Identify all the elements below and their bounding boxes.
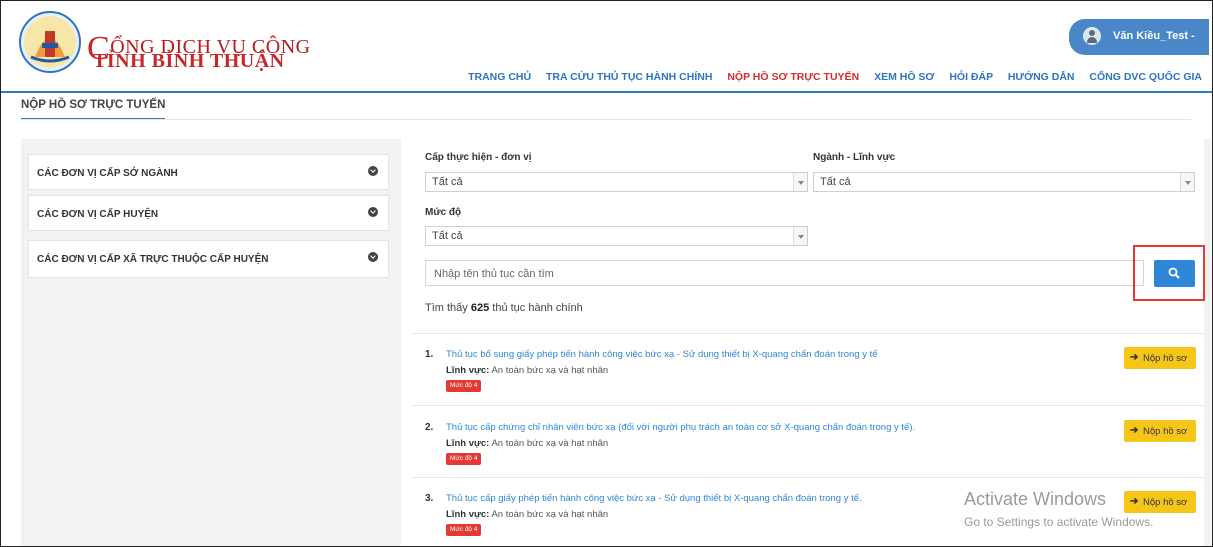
degree-label: Mức độ (425, 207, 462, 218)
field-label: Ngành - Lĩnh vực (813, 152, 896, 163)
item-field-label: Lĩnh vực: (446, 509, 490, 520)
item-field-value: An toàn bức xạ và hạt nhân (491, 438, 609, 449)
nav-item-hoi-dap[interactable]: HỎI ĐÁP (949, 71, 993, 83)
chevron-down-icon (368, 166, 378, 176)
nav-item-xem-ho-so[interactable]: XEM HỒ SƠ (874, 71, 934, 83)
level-badge: Mức độ 4 (446, 380, 482, 392)
user-avatar-icon (1083, 27, 1101, 45)
procedure-panel-body: Cấp thực hiện - đơn vị Tất cả Ngành - Lĩ… (411, 139, 1205, 546)
search-field[interactable] (425, 260, 1144, 286)
divider (411, 477, 1204, 478)
windows-activation-hint: Go to Settings to activate Windows. (964, 515, 1154, 529)
search-icon (1168, 267, 1180, 279)
nav-item-nop-ho-so[interactable]: NỘP HỒ SƠ TRỰC TUYẾN (727, 71, 859, 83)
dropdown-arrow-icon (793, 173, 807, 191)
brand-line-2: TỈNH BÌNH THUẬN (93, 50, 285, 72)
search-button[interactable] (1154, 260, 1195, 287)
level-badge: Mức độ 4 (446, 524, 482, 536)
item-field: Lĩnh vực: An toàn bức xạ và hạt nhân (446, 509, 608, 520)
result-count: Tìm thấy 625 thủ tục hành chính (425, 302, 583, 314)
unit-sidebar: CÁC ĐƠN VỊ CẤP SỞ NGÀNH CÁC ĐƠN VỊ CẤP H… (21, 139, 401, 546)
degree-select[interactable]: Tất cả (425, 226, 808, 246)
sidebar-item-label: CÁC ĐƠN VỊ CẤP HUYỆN (37, 209, 159, 220)
level-unit-label: Cấp thực hiện - đơn vị (425, 152, 532, 163)
item-number: 3. (425, 493, 434, 504)
submit-label: Nộp hồ sơ (1143, 497, 1188, 508)
nav-item-trang-chu[interactable]: TRANG CHỦ (468, 71, 531, 83)
divider (411, 405, 1204, 406)
item-field-value: An toàn bức xạ và hạt nhân (491, 365, 609, 376)
site-header: CỔNG DỊCH VỤ CÔNG TỈNH BÌNH THUẬN Văn Ki… (1, 1, 1212, 93)
title-divider (21, 119, 1191, 120)
field-value: Tất cả (820, 176, 851, 188)
submit-button[interactable]: ➔ Nộp hồ sơ (1124, 347, 1196, 369)
browser-frame: CỔNG DỊCH VỤ CÔNG TỈNH BÌNH THUẬN Văn Ki… (0, 0, 1213, 547)
search-input[interactable] (432, 262, 1136, 286)
level-unit-value: Tất cả (432, 176, 463, 188)
procedure-link[interactable]: Thủ tục cấp giấy phép tiến hành công việ… (446, 493, 862, 504)
arrow-right-icon: ➔ (1130, 496, 1139, 507)
procedure-panel: Cấp thực hiện - đơn vị Tất cả Ngành - Lĩ… (411, 139, 1211, 546)
sidebar-item-cap-huyen[interactable]: CÁC ĐƠN VỊ CẤP HUYỆN (28, 195, 389, 231)
user-menu[interactable]: Văn Kiều_Test - (1069, 19, 1209, 55)
result-count-suffix: thủ tục hành chính (492, 302, 583, 314)
submit-button[interactable]: ➔ Nộp hồ sơ (1124, 491, 1196, 513)
sidebar-item-label: CÁC ĐƠN VỊ CẤP XÃ TRỰC THUỘC CẤP HUYỆN (37, 254, 269, 265)
arrow-right-icon: ➔ (1130, 425, 1139, 436)
result-count-prefix: Tìm thấy (425, 302, 468, 314)
item-field-label: Lĩnh vực: (446, 438, 490, 449)
dropdown-arrow-icon (1180, 173, 1194, 191)
procedure-link[interactable]: Thủ tục cấp chứng chỉ nhân viên bức xạ (… (446, 422, 915, 433)
procedure-link[interactable]: Thủ tục bổ sung giấy phép tiến hành công… (446, 349, 878, 360)
sidebar-item-cap-xa[interactable]: CÁC ĐƠN VỊ CẤP XÃ TRỰC THUỘC CẤP HUYỆN (28, 240, 389, 278)
main-nav: TRANG CHỦ TRA CỨU THỦ TỤC HÀNH CHÍNH NỘP… (456, 71, 1202, 83)
page-title: NỘP HỒ SƠ TRỰC TUYẾN (21, 99, 166, 120)
item-number: 2. (425, 422, 434, 433)
item-field: Lĩnh vực: An toàn bức xạ và hạt nhân (446, 365, 608, 376)
item-field: Lĩnh vực: An toàn bức xạ và hạt nhân (446, 438, 608, 449)
sidebar-item-so-nganh[interactable]: CÁC ĐƠN VỊ CẤP SỞ NGÀNH (28, 154, 389, 190)
submit-button[interactable]: ➔ Nộp hồ sơ (1124, 420, 1196, 442)
field-select[interactable]: Tất cả (813, 172, 1195, 192)
chevron-down-icon (368, 252, 378, 262)
level-unit-select[interactable]: Tất cả (425, 172, 808, 192)
divider (411, 333, 1204, 334)
degree-value: Tất cả (432, 230, 463, 242)
user-name: Văn Kiều_Test - (1113, 30, 1195, 42)
result-count-number: 625 (470, 302, 490, 314)
submit-label: Nộp hồ sơ (1143, 426, 1188, 437)
item-field-label: Lĩnh vực: (446, 365, 490, 376)
chevron-down-icon (368, 207, 378, 217)
sidebar-item-label: CÁC ĐƠN VỊ CẤP SỞ NGÀNH (37, 168, 178, 179)
windows-activation-watermark: Activate Windows (964, 489, 1107, 509)
arrow-right-icon: ➔ (1130, 352, 1139, 363)
nav-item-tra-cuu[interactable]: TRA CỨU THỦ TỤC HÀNH CHÍNH (546, 71, 712, 83)
level-badge: Mức độ 4 (446, 453, 482, 465)
item-field-value: An toàn bức xạ và hạt nhân (491, 509, 609, 520)
dropdown-arrow-icon (793, 227, 807, 245)
nav-item-huong-dan[interactable]: HƯỚNG DẪN (1008, 71, 1075, 83)
list-item: 1. Thủ tục bổ sung giấy phép tiến hành c… (411, 342, 1204, 414)
site-logo[interactable] (19, 11, 81, 73)
submit-label: Nộp hồ sơ (1143, 353, 1188, 364)
nav-item-cong-dvc[interactable]: CỔNG DVC QUỐC GIA (1089, 71, 1202, 83)
item-number: 1. (425, 349, 434, 360)
